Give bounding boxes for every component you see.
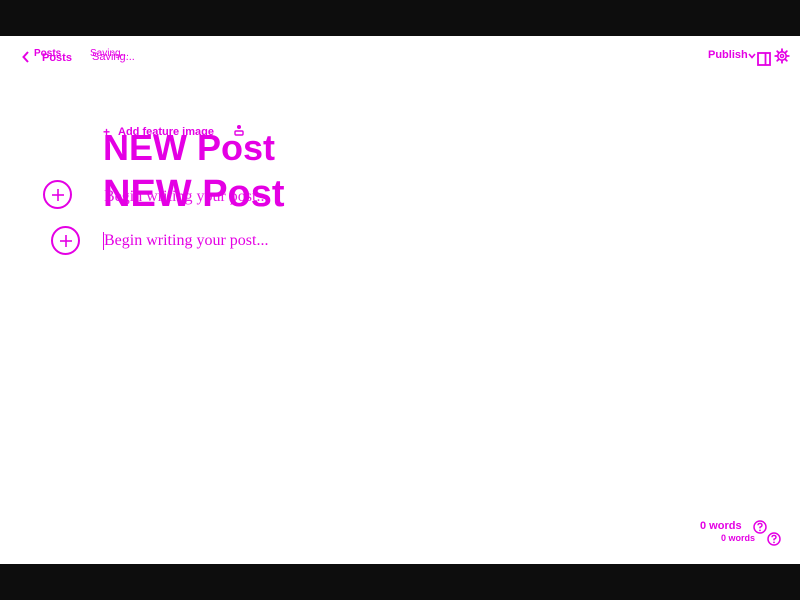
chevron-down-icon xyxy=(748,53,756,59)
save-status: Saving... Saving... xyxy=(88,48,148,66)
sidebar-toggle-icon[interactable] xyxy=(757,52,771,66)
word-count: 0 words xyxy=(700,520,742,532)
back-to-posts-link[interactable]: Posts Posts xyxy=(20,48,80,66)
publish-menu[interactable]: Publish xyxy=(708,49,756,65)
bottom-letterbox xyxy=(0,564,800,600)
add-card-button[interactable] xyxy=(51,226,80,255)
body-placeholder: Begin writing your post... xyxy=(104,232,269,249)
save-status-ghost: Saving... xyxy=(92,51,135,63)
chevron-left-icon xyxy=(22,51,29,63)
add-card-button-ghost[interactable] xyxy=(43,180,72,209)
plus-icon xyxy=(51,188,64,201)
top-letterbox xyxy=(0,0,800,36)
post-title[interactable]: NEW Post xyxy=(103,130,275,166)
body-placeholder-ghost: Begin writing your post... xyxy=(104,188,269,205)
help-icon[interactable] xyxy=(753,520,767,534)
editor-canvas: Posts Posts Saving... Saving... Publish … xyxy=(0,36,800,564)
word-count-ghost: 0 words xyxy=(721,533,756,543)
gear-icon[interactable] xyxy=(774,48,790,64)
post-body-editor[interactable]: Begin writing your post... xyxy=(103,230,503,254)
plus-icon xyxy=(59,234,72,247)
back-label-ghost: Posts xyxy=(42,52,72,64)
help-icon[interactable] xyxy=(767,532,781,546)
publish-label: Publish xyxy=(708,49,748,61)
